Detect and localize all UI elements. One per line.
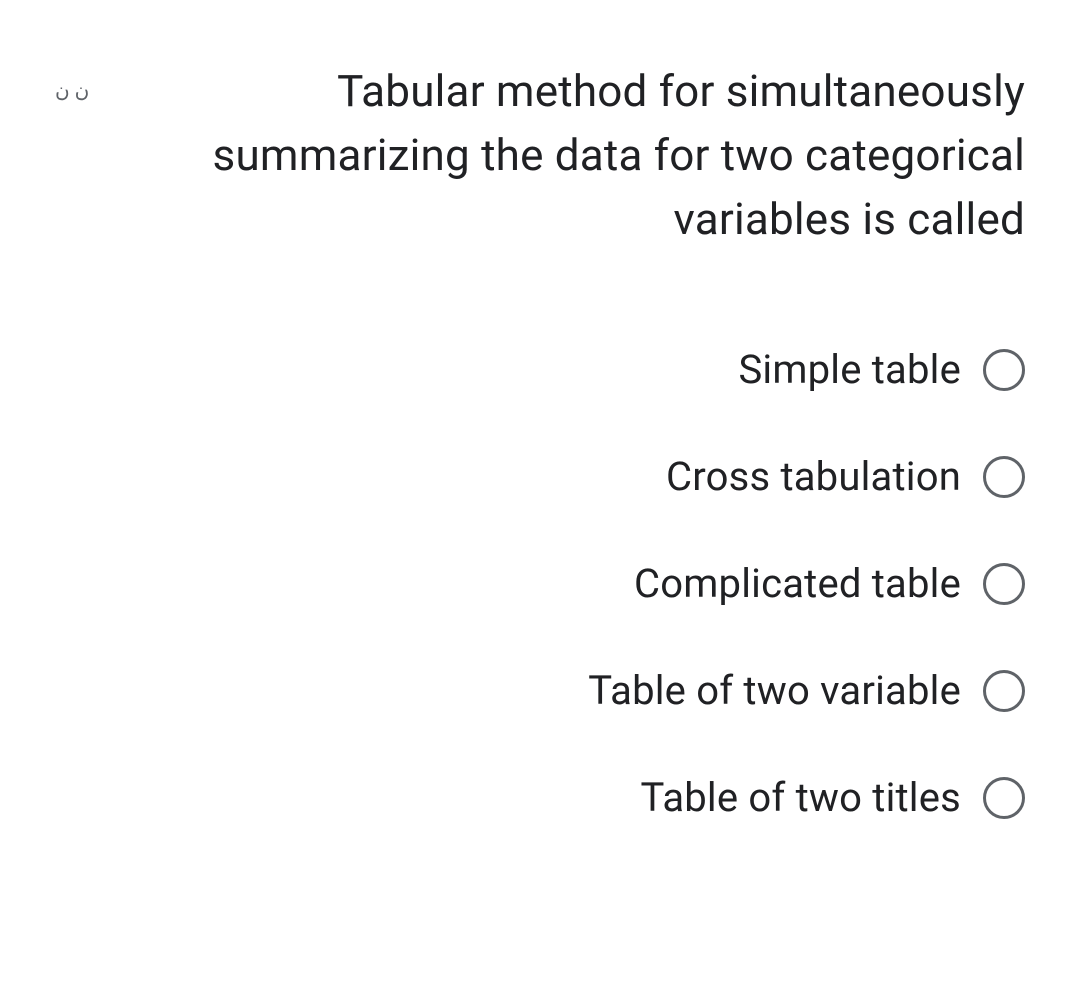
header-row: ن ن Tabular method for simultaneously su… [55, 60, 1025, 251]
option-cross-tabulation[interactable]: Cross tabulation [666, 453, 1025, 500]
radio-icon [983, 563, 1025, 605]
option-complicated-table[interactable]: Complicated table [634, 560, 1025, 607]
radio-icon [983, 670, 1025, 712]
option-label: Table of two variable [588, 667, 961, 714]
option-table-two-titles[interactable]: Table of two titles [640, 774, 1025, 821]
option-label: Table of two titles [640, 774, 961, 821]
question-text: Tabular method for simultaneously summar… [89, 60, 1025, 251]
radio-icon [983, 777, 1025, 819]
option-label: Cross tabulation [666, 453, 961, 500]
radio-icon [983, 456, 1025, 498]
option-simple-table[interactable]: Simple table [738, 346, 1025, 393]
option-label: Complicated table [634, 560, 961, 607]
option-label: Simple table [738, 346, 961, 393]
options-container: Simple table Cross tabulation Complicate… [55, 346, 1025, 821]
corner-annotation: ن ن [55, 60, 89, 102]
radio-icon [983, 349, 1025, 391]
option-table-two-variable[interactable]: Table of two variable [588, 667, 1025, 714]
